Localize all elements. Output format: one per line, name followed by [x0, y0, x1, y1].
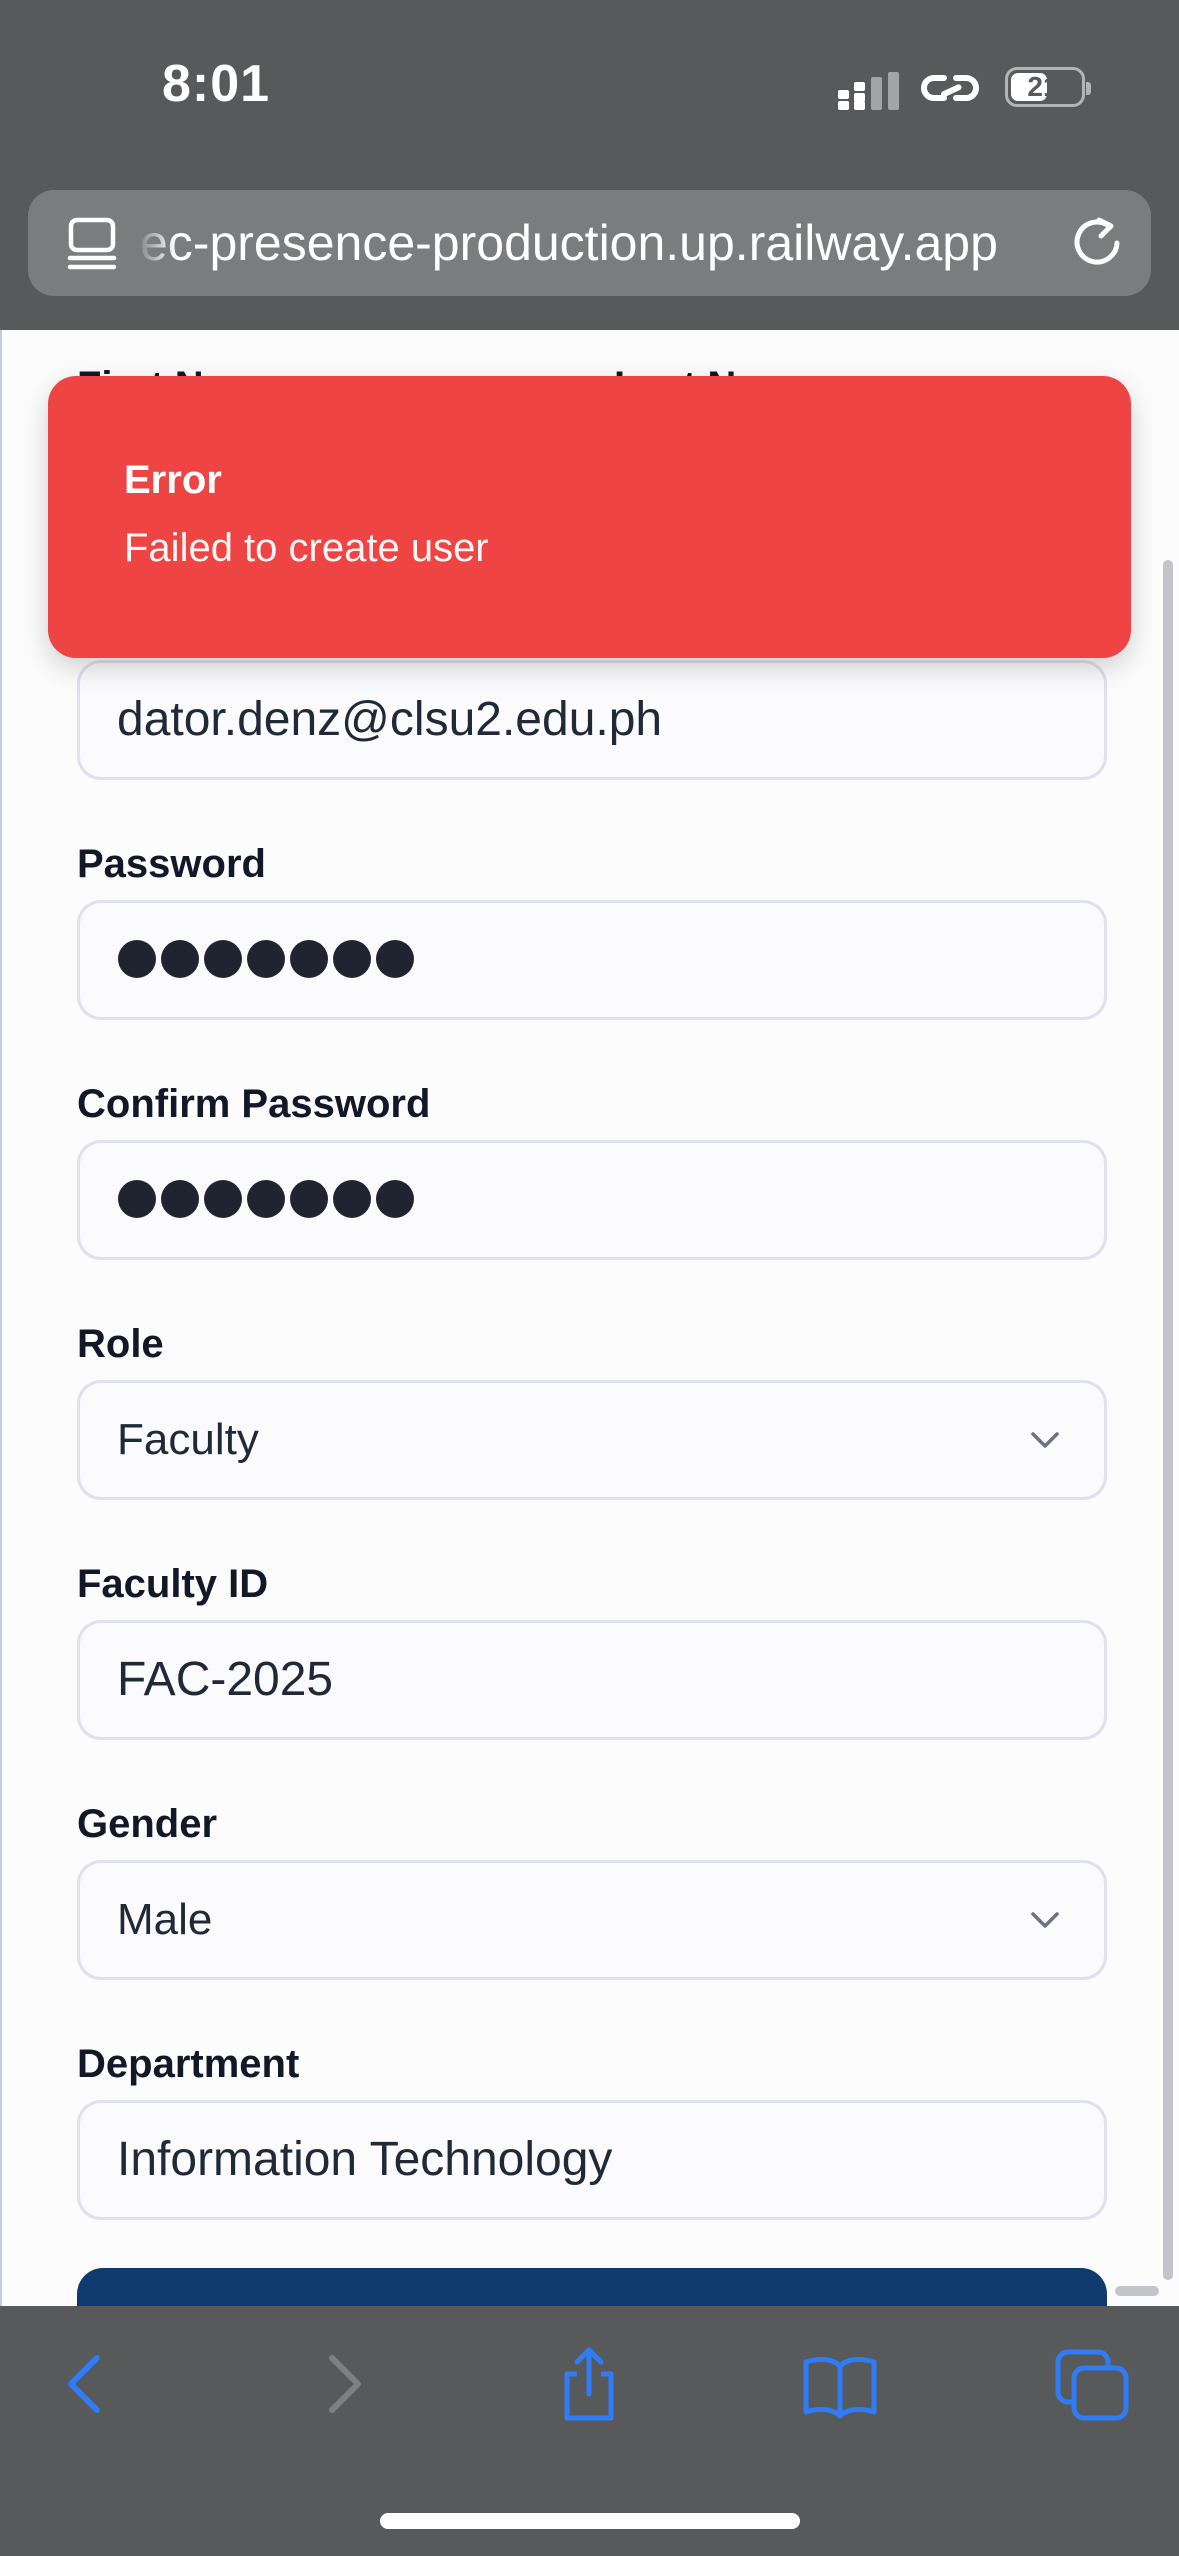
address-bar[interactable]: ec-presence-production.up.railway.app [28, 190, 1151, 296]
role-select[interactable]: Faculty [77, 1380, 1107, 1500]
submit-button[interactable] [77, 2268, 1107, 2306]
toast-title: Error [124, 458, 222, 502]
back-icon[interactable] [47, 2344, 127, 2424]
password-label: Password [77, 842, 266, 886]
password-field[interactable] [77, 900, 1107, 1020]
chevron-down-icon [1031, 1432, 1059, 1448]
forward-icon[interactable] [302, 2344, 382, 2424]
role-label: Role [77, 1322, 164, 1366]
cellular-signal-icon [838, 72, 899, 110]
confirm-password-mask [118, 1180, 414, 1220]
horizontal-scrollbar[interactable] [1115, 2286, 1159, 2296]
home-indicator [380, 2513, 800, 2529]
gender-value: Male [117, 1895, 213, 1944]
faculty-id-value: FAC-2025 [117, 1653, 334, 1706]
share-icon[interactable] [549, 2344, 629, 2424]
email-value: dator.denz@clsu2.edu.ph [117, 693, 663, 746]
gender-label: Gender [77, 1802, 218, 1846]
tabs-icon[interactable] [1052, 2344, 1132, 2424]
url-text[interactable]: ec-presence-production.up.railway.app [140, 212, 1041, 274]
link-icon [921, 75, 979, 101]
email-field[interactable]: dator.denz@clsu2.edu.ph [77, 660, 1107, 780]
gender-select[interactable]: Male [77, 1860, 1107, 1980]
department-field[interactable]: Information Technology [77, 2100, 1107, 2220]
battery-level: 21 [1027, 71, 1059, 102]
faculty-id-field[interactable]: FAC-2025 [77, 1620, 1107, 1740]
vertical-scrollbar[interactable] [1163, 560, 1173, 2280]
confirm-password-label: Confirm Password [77, 1082, 431, 1126]
bookmarks-icon[interactable] [800, 2344, 880, 2424]
battery-icon: 21 [1005, 67, 1091, 107]
confirm-password-field[interactable] [77, 1140, 1107, 1260]
error-toast[interactable]: Error Failed to create user [48, 376, 1131, 658]
browser-top-chrome: 8:01 21 ec-presence-production.up.railwa… [0, 0, 1179, 330]
status-time: 8:01 [162, 55, 271, 113]
reload-icon[interactable] [1071, 216, 1125, 270]
department-label: Department [77, 2042, 300, 2086]
faculty-id-label: Faculty ID [77, 1562, 269, 1606]
toast-message: Failed to create user [124, 526, 489, 570]
password-mask [118, 940, 414, 980]
department-value: Information Technology [117, 2133, 613, 2186]
page-menu-icon[interactable] [66, 216, 118, 270]
role-value: Faculty [117, 1415, 259, 1464]
chevron-down-icon [1031, 1912, 1059, 1928]
